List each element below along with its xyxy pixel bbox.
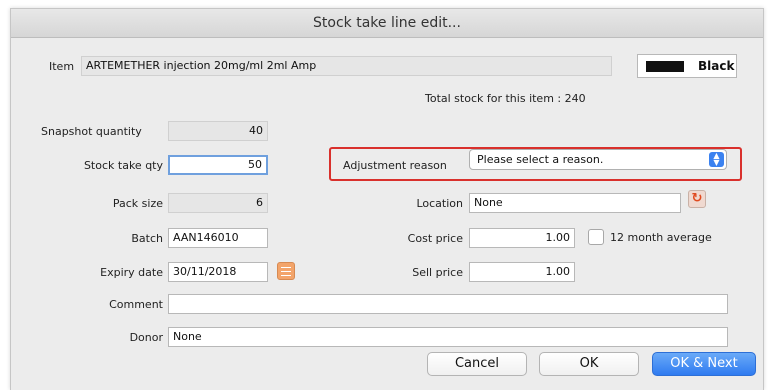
twelve-month-average-checkbox[interactable] xyxy=(588,229,604,245)
stock-take-qty-label: Stock take qty xyxy=(83,159,163,172)
cost-price-label: Cost price xyxy=(407,232,463,245)
cost-price-input[interactable]: 1.00 xyxy=(469,228,575,248)
item-label: Item xyxy=(49,60,75,73)
expiry-date-input[interactable]: 30/11/2018 xyxy=(168,262,268,282)
sell-price-label: Sell price xyxy=(412,266,463,279)
cancel-button[interactable]: Cancel xyxy=(427,352,527,376)
snapshot-quantity-field: 40 xyxy=(168,121,268,141)
item-field: ARTEMETHER injection 20mg/ml 2ml Amp xyxy=(81,56,612,76)
refresh-icon[interactable]: ↻ xyxy=(688,190,706,208)
color-name: Black xyxy=(698,59,735,73)
twelve-month-average-label: 12 month average xyxy=(610,231,712,244)
dialog-body: Item ARTEMETHER injection 20mg/ml 2ml Am… xyxy=(11,38,763,390)
adjustment-reason-label: Adjustment reason xyxy=(343,159,447,172)
snapshot-quantity-label: Snapshot quantity xyxy=(41,125,142,138)
batch-label: Batch xyxy=(131,232,163,245)
item-color-box[interactable]: Black xyxy=(637,54,737,78)
comment-input[interactable] xyxy=(168,294,728,314)
pack-size-field: 6 xyxy=(168,193,268,213)
sell-price-input[interactable]: 1.00 xyxy=(469,262,575,282)
expiry-date-label: Expiry date xyxy=(100,266,163,279)
chevron-up-down-icon: ▲ ▼ xyxy=(709,152,724,167)
batch-input[interactable]: AAN146010 xyxy=(168,228,268,248)
total-stock-text: Total stock for this item : 240 xyxy=(425,92,586,105)
stock-take-qty-input[interactable]: 50 xyxy=(168,155,268,175)
location-input[interactable]: None xyxy=(469,193,681,213)
pack-size-label: Pack size xyxy=(112,197,163,210)
donor-label: Donor xyxy=(129,331,163,344)
stock-take-line-edit-dialog: Stock take line edit... Item ARTEMETHER … xyxy=(10,8,764,390)
adjustment-reason-value: Please select a reason. xyxy=(477,153,604,166)
window-title: Stock take line edit... xyxy=(11,9,763,38)
ok-button[interactable]: OK xyxy=(539,352,639,376)
donor-input[interactable]: None xyxy=(168,327,728,347)
ok-next-button[interactable]: OK & Next xyxy=(652,352,756,376)
location-label: Location xyxy=(416,197,463,210)
adjustment-reason-select[interactable]: Please select a reason. ▲ ▼ xyxy=(469,149,727,170)
calendar-icon[interactable] xyxy=(277,262,295,280)
comment-label: Comment xyxy=(109,298,163,311)
color-swatch xyxy=(646,61,684,72)
